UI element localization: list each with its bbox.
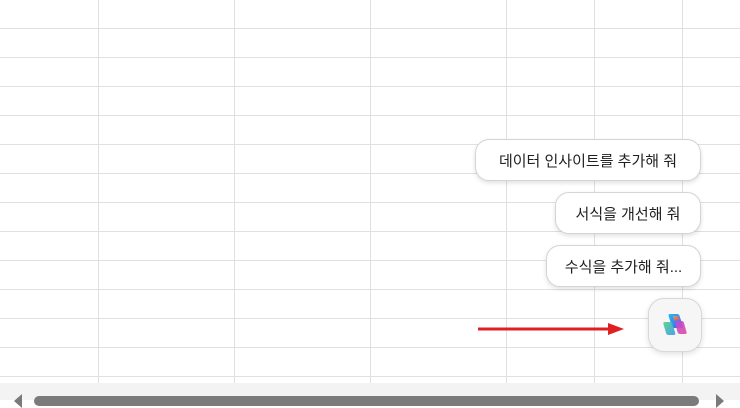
horizontal-scrollbar-thumb[interactable] (34, 396, 699, 406)
scroll-left-icon[interactable] (14, 394, 22, 408)
column-gridline (234, 0, 235, 383)
column-gridline (370, 0, 371, 383)
suggestion-label: 데이터 인사이트를 추가해 줘 (498, 152, 678, 170)
suggestion-label: 수식을 추가해 줘... (564, 258, 683, 276)
red-arrow-icon (478, 323, 624, 335)
scroll-right-icon[interactable] (716, 394, 724, 408)
column-gridline (98, 0, 99, 383)
copilot-button[interactable] (648, 298, 702, 352)
suggestion-improve-formatting[interactable]: 서식을 개선해 줘 (555, 192, 701, 234)
copilot-icon (663, 314, 687, 335)
suggestion-label: 서식을 개선해 줘 (575, 205, 681, 223)
suggestion-add-formula[interactable]: 수식을 추가해 줘... (546, 245, 701, 287)
suggestion-add-data-insights[interactable]: 데이터 인사이트를 추가해 줘 (475, 139, 701, 181)
